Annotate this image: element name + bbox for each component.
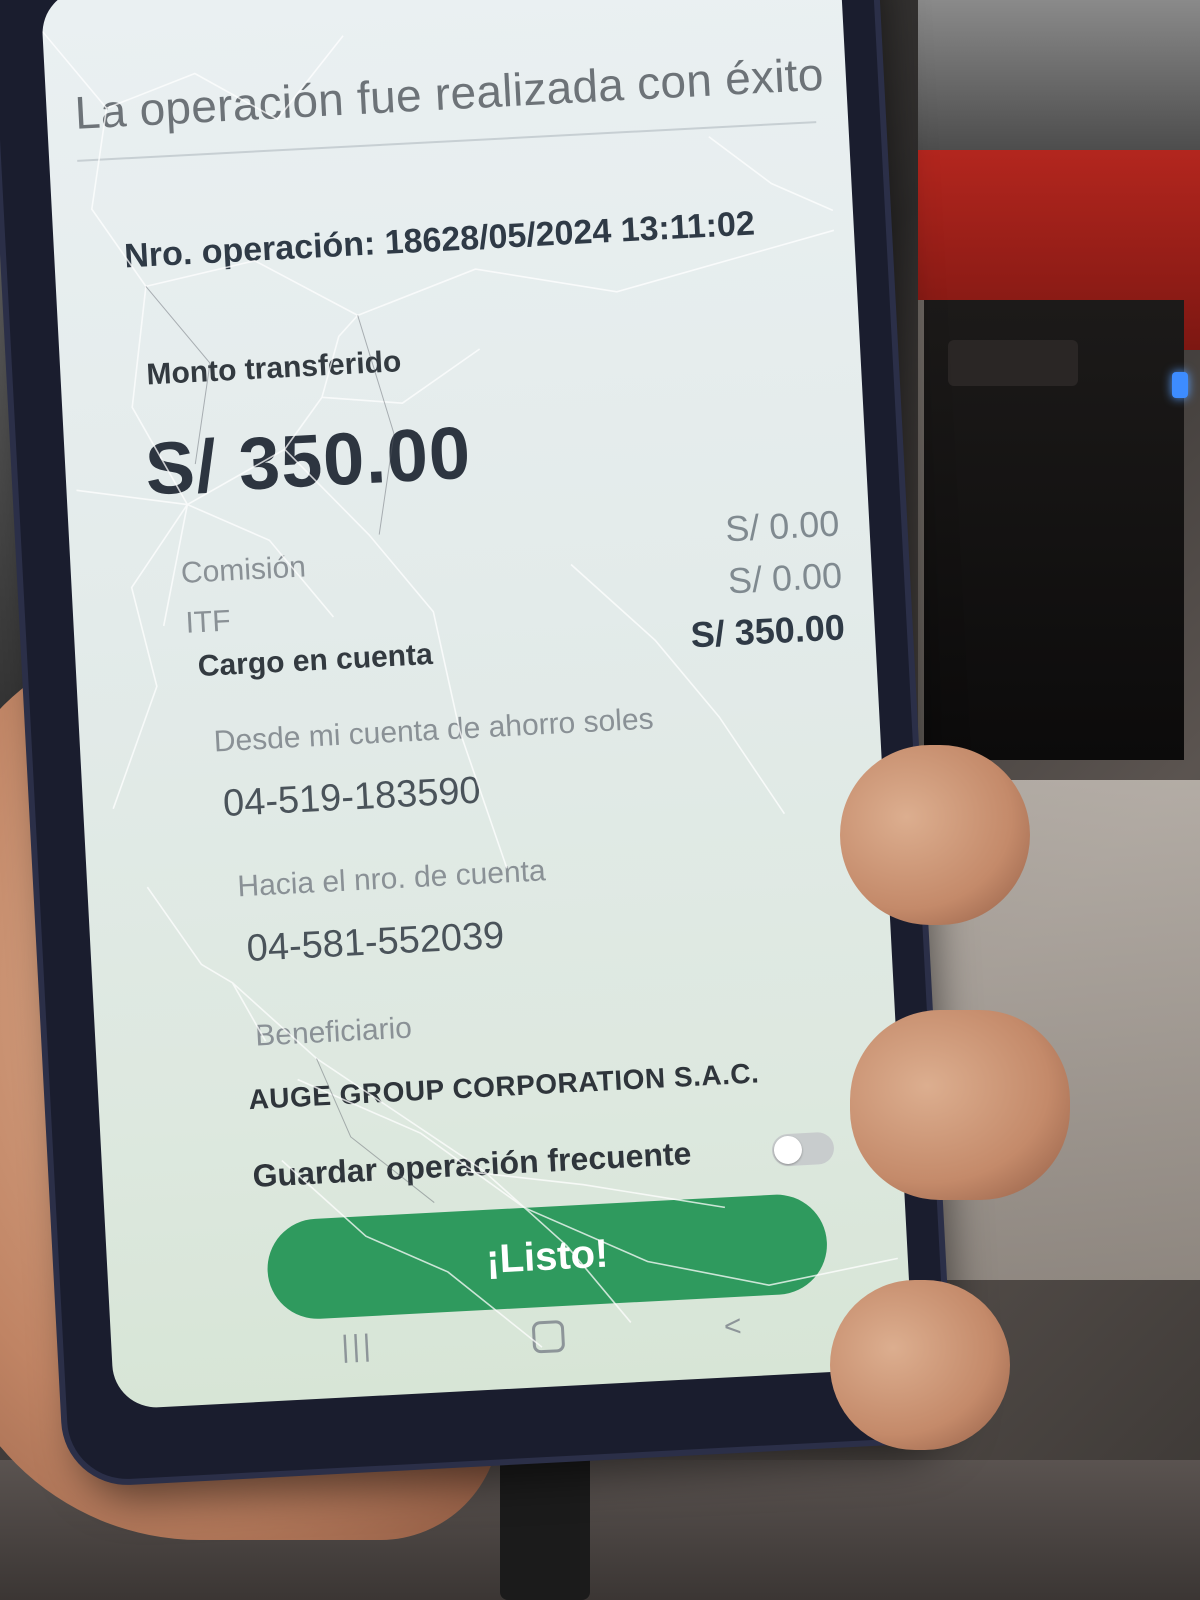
beneficiary-label: Beneficiario — [254, 1011, 413, 1053]
phone-screen: La operación fue realizada con éxito Nro… — [40, 0, 914, 1410]
background-monitor — [918, 0, 1200, 150]
debit-label: Cargo en cuenta — [197, 637, 434, 684]
hand-finger — [830, 1280, 1010, 1450]
transferred-amount-label: Monto transferido — [145, 345, 403, 392]
power-led — [1172, 372, 1188, 398]
to-account-number: 04-581-552039 — [245, 914, 506, 970]
toggle-knob[interactable] — [773, 1135, 803, 1165]
commission-value: S/ 0.00 — [724, 502, 841, 550]
back-icon[interactable]: < — [723, 1310, 742, 1345]
save-frequent-label: Guardar operación frecuente — [251, 1135, 693, 1195]
transferred-amount: S/ 350.00 — [143, 410, 474, 511]
from-account-number: 04-519-183590 — [222, 769, 482, 826]
recent-apps-icon[interactable]: ||| — [340, 1329, 374, 1365]
itf-label: ITF — [184, 604, 232, 640]
background-pc-ports — [948, 340, 1078, 386]
operation-number: Nro. operación: 18628/05/2024 13:11:02 — [123, 204, 756, 276]
from-account-label: Desde mi cuenta de ahorro soles — [212, 702, 655, 759]
home-icon[interactable] — [532, 1319, 566, 1354]
hand-finger — [840, 745, 1030, 925]
debit-value: S/ 350.00 — [689, 606, 846, 656]
commission-label: Comisión — [180, 550, 307, 590]
beneficiary-name: AUGE GROUP CORPORATION S.A.C. — [247, 1057, 761, 1116]
phone: La operación fue realizada con éxito Nro… — [0, 0, 950, 1482]
save-frequent-toggle[interactable] — [771, 1131, 835, 1167]
hand-finger — [850, 1010, 1070, 1200]
to-account-label: Hacia el nro. de cuenta — [236, 854, 547, 904]
itf-value: S/ 0.00 — [726, 554, 844, 602]
